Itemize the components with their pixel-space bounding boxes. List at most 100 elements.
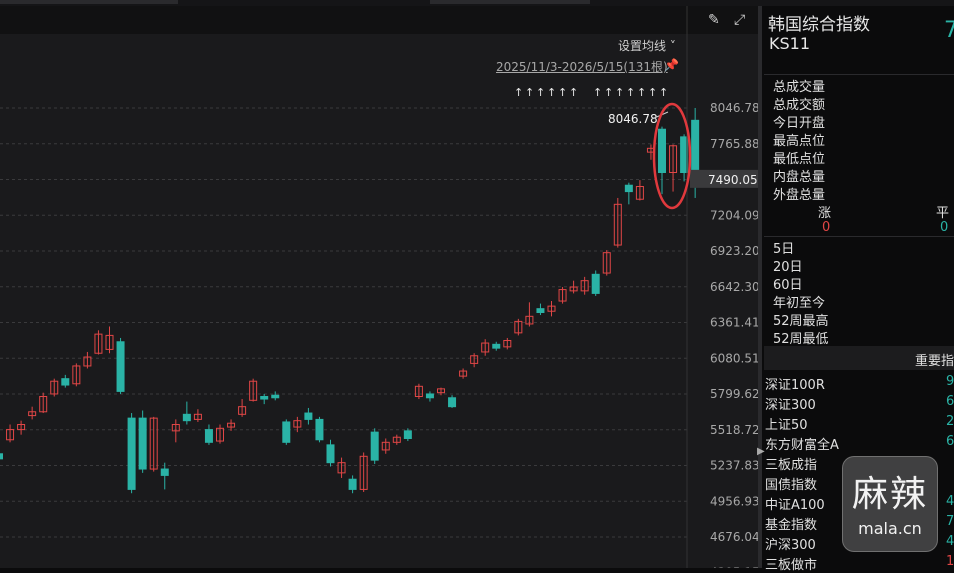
- candle-body: [116, 341, 125, 392]
- stat-low: 最低点位: [773, 152, 826, 167]
- y-tick-label: 5237.83: [710, 459, 758, 473]
- period-20d: 20日: [773, 260, 803, 275]
- index-list-title: 重要指: [914, 354, 954, 369]
- rise-count: 0: [822, 220, 831, 235]
- stat-total-volume: 总成交量: [773, 80, 826, 95]
- watermark-en: mala.cn: [858, 519, 922, 538]
- arrow-marker-icon: ↑: [637, 86, 646, 99]
- watermark-logo: 麻辣 mala.cn: [842, 456, 938, 552]
- candlestick-chart[interactable]: ↑↑↑↑↑↑↑↑↑↑↑↑↑ 8046.787765.887484.997204.…: [0, 0, 758, 568]
- divider: [764, 236, 954, 237]
- index-item[interactable]: 沪深300: [765, 534, 816, 553]
- candle-body: [658, 128, 666, 173]
- y-tick-label: 5799.62: [710, 387, 758, 401]
- index-item-value: 9: [946, 374, 954, 389]
- stock-code: KS11: [769, 34, 811, 53]
- index-list-header[interactable]: 重要指: [764, 346, 954, 370]
- arrow-marker-icon: ↑: [569, 86, 578, 99]
- candle-body: [138, 417, 147, 470]
- index-item-value: 4: [946, 494, 954, 509]
- candle-body: [425, 393, 434, 399]
- stat-high: 最高点位: [773, 134, 826, 149]
- candle-body: [624, 184, 633, 193]
- candle-body: [282, 421, 291, 443]
- candle-body: [326, 444, 335, 464]
- price-change-glyph: 7: [944, 18, 954, 43]
- flat-count: 0: [940, 220, 949, 235]
- candle-body: [260, 395, 269, 400]
- rise-label: 涨: [818, 206, 832, 221]
- index-item[interactable]: 基金指数: [765, 514, 817, 533]
- arrow-marker-icon: ↑: [648, 86, 657, 99]
- arrow-marker-icon: ↑: [626, 86, 635, 99]
- y-tick-label: 6080.51: [710, 351, 758, 365]
- candle-body: [304, 412, 313, 420]
- candle-body: [448, 397, 457, 408]
- candle-body: [182, 413, 191, 422]
- y-tick-label: 4956.93: [710, 494, 758, 508]
- index-item[interactable]: 东方财富全A: [765, 434, 839, 453]
- period-52w-high: 52周最高: [773, 314, 829, 329]
- current-price-label: 7490.05: [708, 173, 758, 187]
- candle-body: [271, 394, 280, 399]
- arrow-marker-icon: ↑: [604, 86, 613, 99]
- arrow-marker-icon: ↑: [558, 86, 567, 99]
- y-tick-label: 6642.30: [710, 280, 758, 294]
- stock-name: 韩国综合指数: [768, 15, 870, 35]
- index-item[interactable]: 三板做市: [765, 554, 817, 573]
- candle-body: [348, 478, 357, 490]
- candles: [0, 107, 700, 494]
- grid-lines: [0, 107, 687, 538]
- candle-body: [160, 468, 169, 476]
- candle-body: [536, 308, 545, 313]
- index-item-value: 2: [946, 414, 954, 429]
- arrow-marker-icon: ↑: [525, 86, 534, 99]
- arrow-marker-icon: ↑: [593, 86, 602, 99]
- divider: [764, 74, 954, 75]
- period-60d: 60日: [773, 278, 803, 293]
- index-item[interactable]: 深证300: [765, 394, 816, 413]
- y-tick-label: 6361.41: [710, 316, 758, 330]
- candle-body: [127, 417, 136, 490]
- arrow-marker-icon: ↑: [514, 86, 523, 99]
- candle-body: [370, 431, 379, 461]
- arrow-markers: ↑ ↑ ↑ ↑ ↑ ↑ ↑ ↑ ↑ ↑ ↑ ↑ ↑: [514, 86, 668, 99]
- candle-body: [315, 418, 324, 441]
- y-tick-label: 6923.20: [710, 244, 758, 258]
- y-tick-label: 4676.04: [710, 530, 758, 544]
- candle-body: [591, 273, 600, 294]
- price-axis: 8046.787765.887484.997204.096923.206642.…: [690, 101, 758, 568]
- stat-inner-volume: 内盘总量: [773, 170, 826, 185]
- y-tick-label: 8046.78: [710, 101, 758, 115]
- index-item-value: 7: [946, 514, 954, 529]
- index-item-value: 6: [946, 394, 954, 409]
- index-item[interactable]: 国债指数: [765, 474, 817, 493]
- stat-outer-volume: 外盘总量: [773, 188, 826, 203]
- watermark-cn: 麻辣: [851, 474, 928, 515]
- period-ytd: 年初至今: [773, 296, 826, 311]
- period-5d: 5日: [773, 242, 795, 257]
- stat-total-amount: 总成交额: [773, 98, 826, 113]
- collapse-arrow-icon[interactable]: ▶: [757, 446, 765, 457]
- max-value-label: 8046.78: [608, 112, 658, 126]
- candle-body: [61, 378, 70, 386]
- candle-body: [492, 343, 501, 349]
- arrow-marker-icon: ↑: [536, 86, 545, 99]
- arrow-marker-icon: ↑: [547, 86, 556, 99]
- arrow-marker-icon: ↑: [659, 86, 668, 99]
- candle-body: [0, 453, 3, 460]
- candle-body: [204, 429, 213, 443]
- index-item-value: 4: [946, 534, 954, 549]
- chart-overlay: 8046.78: [608, 102, 692, 210]
- flat-label: 平: [936, 206, 950, 221]
- index-item[interactable]: 三板成指: [765, 454, 817, 473]
- candle-body: [403, 430, 412, 439]
- arrow-marker-icon: ↑: [615, 86, 624, 99]
- y-tick-label: 7765.88: [710, 137, 758, 151]
- index-item[interactable]: 中证A100: [765, 494, 825, 513]
- index-item-value: 6: [946, 434, 954, 449]
- y-tick-label: 7204.09: [710, 208, 758, 222]
- stat-open: 今日开盘: [773, 116, 826, 131]
- index-item[interactable]: 深证100R: [765, 374, 825, 393]
- index-item[interactable]: 上证50: [765, 414, 808, 433]
